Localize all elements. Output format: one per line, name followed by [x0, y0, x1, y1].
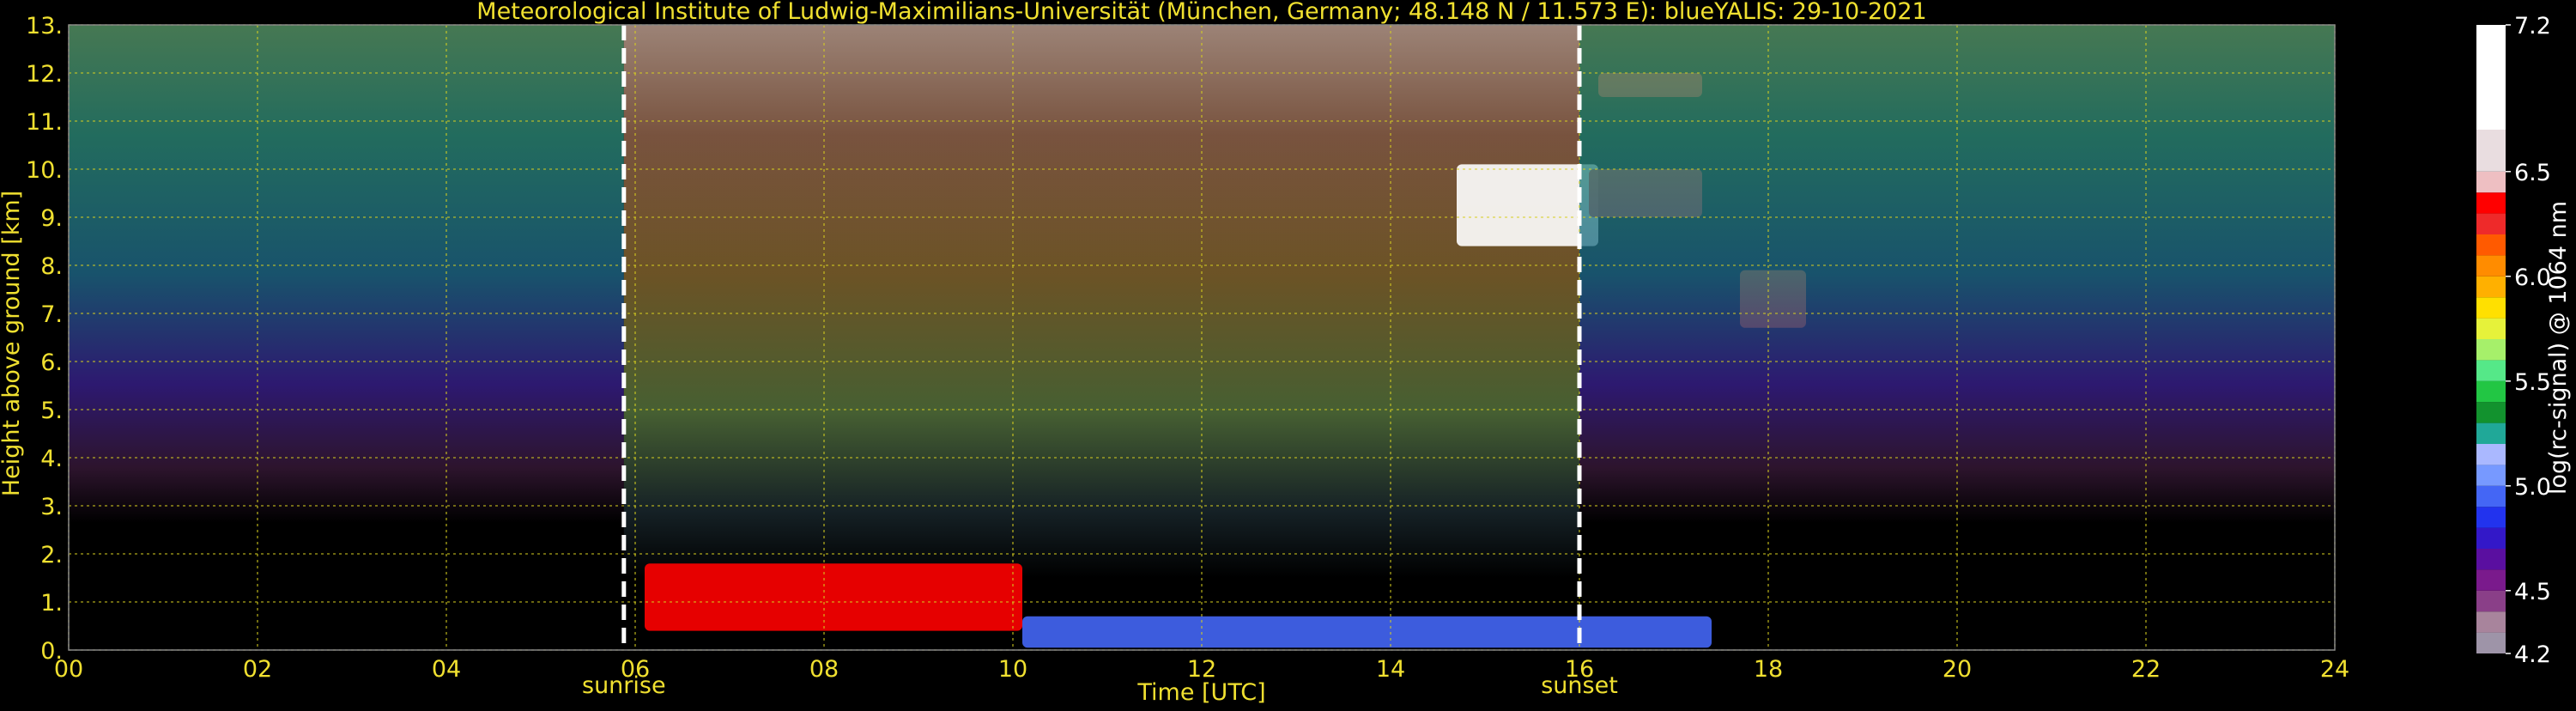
colorbar-label: log(rc-signal) @ 1064 nm: [2545, 201, 2572, 495]
colorbar-level: [2476, 25, 2506, 130]
colorbar-level: [2476, 590, 2506, 612]
y-tick-label: 10.: [26, 157, 63, 184]
colorbar-level: [2476, 611, 2506, 633]
y-axis-label: Height above ground [km]: [0, 191, 25, 496]
x-tick-label: 08: [809, 656, 839, 683]
colorbar-level: [2476, 569, 2506, 591]
feature-near-ground-layer: [1022, 616, 1712, 648]
y-tick-label: 7.: [40, 301, 63, 328]
chart-title: Meteorological Institute of Ludwig-Maxim…: [476, 0, 1926, 25]
x-tick-label: 22: [2131, 656, 2161, 683]
colorbar-level: [2476, 485, 2506, 507]
colorbar-tick-label: 4.2: [2514, 641, 2551, 668]
colorbar-level: [2476, 422, 2506, 444]
x-tick-label: 10: [998, 656, 1027, 683]
colorbar-level: [2476, 549, 2506, 570]
x-tick-label: 20: [1943, 656, 1972, 683]
colorbar-level: [2476, 380, 2506, 403]
x-tick-label: 14: [1376, 656, 1405, 683]
x-tick-label: 24: [2320, 656, 2349, 683]
feature-boundary-layer-aerosol: [645, 563, 1022, 631]
colorbar-level: [2476, 507, 2506, 528]
y-tick-label: 3.: [40, 494, 63, 520]
colorbar-level: [2476, 171, 2506, 193]
feature-daylight-background: [623, 25, 1579, 578]
colorbar-level: [2476, 192, 2506, 214]
x-tick-label: 04: [432, 656, 461, 683]
colorbar-level: [2476, 339, 2506, 361]
colorbar-level: [2476, 297, 2506, 319]
y-tick-label: 4.: [40, 446, 63, 472]
colorbar-level: [2476, 632, 2506, 653]
y-tick-label: 12.: [26, 61, 63, 88]
feature-cirrus-cloud: [1457, 164, 1598, 246]
y-tick-label: 11.: [26, 109, 63, 136]
y-tick-label: 13.: [26, 13, 63, 40]
x-tick-label: 16: [1565, 656, 1594, 683]
x-tick-label: 18: [1754, 656, 1783, 683]
colorbar-tick-label: 6.5: [2514, 160, 2551, 186]
colorbar-level: [2476, 234, 2506, 256]
colorbar-tick-label: 7.2: [2514, 13, 2551, 40]
lidar-quicklook-figure: Meteorological Institute of Ludwig-Maxim…: [0, 0, 2576, 708]
y-tick-label: 8.: [40, 253, 63, 280]
colorbar-level: [2476, 527, 2506, 549]
y-tick-label: 1.: [40, 590, 63, 617]
colorbar-level: [2476, 402, 2506, 423]
y-tick-label: 9.: [40, 205, 63, 232]
colorbar-level: [2476, 130, 2506, 172]
colorbar-level: [2476, 318, 2506, 339]
colorbar-level: [2476, 465, 2506, 486]
feature-residual-noise-night-early: [69, 25, 624, 578]
y-tick-label: 0.: [40, 638, 63, 665]
chart-svg: Meteorological Institute of Ludwig-Maxim…: [0, 0, 2576, 708]
colorbar-level: [2476, 255, 2506, 276]
x-tick-label: 02: [243, 656, 272, 683]
y-tick-label: 5.: [40, 398, 63, 424]
y-tick-label: 6.: [40, 349, 63, 376]
colorbar-level: [2476, 444, 2506, 465]
x-tick-label: 06: [621, 656, 650, 683]
colorbar-level: [2476, 276, 2506, 298]
x-axis-label: Time [UTC]: [1136, 679, 1265, 706]
colorbar-level: [2476, 360, 2506, 381]
colorbar-tick-label: 4.5: [2514, 579, 2551, 605]
y-tick-label: 2.: [40, 542, 63, 568]
colorbar-level: [2476, 213, 2506, 234]
